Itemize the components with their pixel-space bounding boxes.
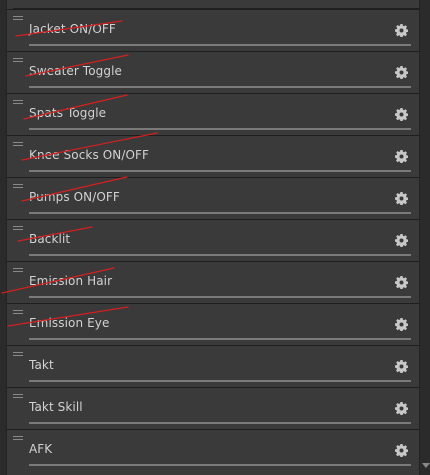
drag-handle-icon[interactable] <box>13 310 23 316</box>
item-label: Jacket ON/OFF <box>29 22 116 36</box>
gear-icon[interactable] <box>395 24 408 37</box>
vertical-scrollbar[interactable] <box>420 0 430 475</box>
item-field-underline <box>29 380 411 382</box>
menu-list-panel: Jacket ON/OFF Sweater Toggle Spats Toggl… <box>0 0 430 475</box>
gear-icon[interactable] <box>395 360 408 373</box>
list-item[interactable]: Pumps ON/OFF <box>7 177 419 219</box>
item-field-underline <box>29 464 411 466</box>
item-field-underline <box>29 422 411 424</box>
gear-icon[interactable] <box>395 192 408 205</box>
drag-handle-icon[interactable] <box>13 226 23 232</box>
item-label: Backlit <box>29 232 71 246</box>
item-label: Emission Hair <box>29 274 113 288</box>
item-field-underline <box>29 338 411 340</box>
item-field-underline <box>29 296 411 298</box>
drag-handle-icon[interactable] <box>13 100 23 106</box>
gear-icon[interactable] <box>395 150 408 163</box>
drag-handle-icon[interactable] <box>13 352 23 358</box>
list-item[interactable]: Backlit <box>7 219 419 261</box>
item-field-underline <box>29 170 411 172</box>
drag-handle-icon[interactable] <box>13 268 23 274</box>
item-field-underline <box>29 86 411 88</box>
drag-handle-icon[interactable] <box>13 142 23 148</box>
item-field-underline <box>29 128 411 130</box>
item-label: Takt Skill <box>29 400 83 414</box>
reorderable-list: Jacket ON/OFF Sweater Toggle Spats Toggl… <box>6 0 420 475</box>
list-item[interactable]: Sweater Toggle <box>7 51 419 93</box>
item-label: Emission Eye <box>29 316 110 330</box>
list-item[interactable]: AFK <box>7 429 419 471</box>
gear-icon[interactable] <box>395 318 408 331</box>
list-item[interactable]: Spats Toggle <box>7 93 419 135</box>
scroll-down-arrow-icon[interactable] <box>422 463 430 468</box>
gear-icon[interactable] <box>395 234 408 247</box>
item-field-underline <box>29 212 411 214</box>
item-label: AFK <box>29 442 53 456</box>
drag-handle-icon[interactable] <box>13 394 23 400</box>
item-label: Takt <box>29 358 54 372</box>
item-label: Knee Socks ON/OFF <box>29 148 150 162</box>
item-label: Pumps ON/OFF <box>29 190 120 204</box>
item-label: Spats Toggle <box>29 106 107 120</box>
list-item[interactable]: Jacket ON/OFF <box>7 9 419 51</box>
list-item[interactable]: Takt Skill <box>7 387 419 429</box>
drag-handle-icon[interactable] <box>13 184 23 190</box>
gear-icon[interactable] <box>395 276 408 289</box>
drag-handle-icon[interactable] <box>13 16 23 22</box>
gear-icon[interactable] <box>395 108 408 121</box>
list-item[interactable]: Emission Eye <box>7 303 419 345</box>
item-field-underline <box>29 44 411 46</box>
gear-icon[interactable] <box>395 66 408 79</box>
list-item[interactable]: Knee Socks ON/OFF <box>7 135 419 177</box>
item-label: Sweater Toggle <box>29 64 122 78</box>
list-item[interactable]: Emission Hair <box>7 261 419 303</box>
gear-icon[interactable] <box>395 402 408 415</box>
drag-handle-icon[interactable] <box>13 58 23 64</box>
list-top-edge <box>13 0 419 9</box>
gear-icon[interactable] <box>395 444 408 457</box>
item-field-underline <box>29 254 411 256</box>
list-item[interactable]: Takt <box>7 345 419 387</box>
drag-handle-icon[interactable] <box>13 436 23 442</box>
